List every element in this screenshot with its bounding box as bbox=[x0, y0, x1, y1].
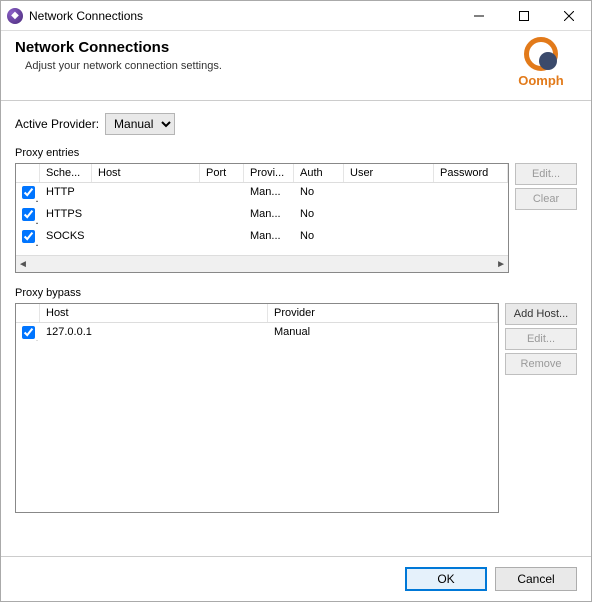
bypass-remove-button[interactable]: Remove bbox=[505, 353, 577, 375]
table-row[interactable] bbox=[16, 449, 498, 467]
window-title: Network Connections bbox=[29, 9, 143, 23]
row-checkbox[interactable] bbox=[22, 230, 35, 243]
col-port[interactable]: Port bbox=[200, 164, 244, 182]
col-bypass-provider[interactable]: Provider bbox=[268, 304, 498, 322]
minimize-button[interactable] bbox=[456, 1, 501, 30]
proxy-entries-label: Proxy entries bbox=[15, 147, 577, 159]
table-row[interactable]: HTTPSMan...No bbox=[16, 205, 508, 227]
page-subtitle: Adjust your network connection settings. bbox=[25, 60, 505, 72]
ok-button[interactable]: OK bbox=[405, 567, 487, 591]
col-scheme[interactable]: Sche... bbox=[40, 164, 92, 182]
table-row[interactable] bbox=[16, 359, 498, 377]
table-row[interactable]: 127.0.0.1Manual bbox=[16, 323, 498, 341]
proxy-entries-table[interactable]: Sche... Host Port Provi... Auth User Pas… bbox=[15, 163, 509, 273]
bypass-edit-button[interactable]: Edit... bbox=[505, 328, 577, 350]
proxy-edit-button[interactable]: Edit... bbox=[515, 163, 577, 185]
table-row[interactable] bbox=[16, 485, 498, 503]
maximize-button[interactable] bbox=[501, 1, 546, 30]
table-row[interactable] bbox=[16, 413, 498, 431]
titlebar: ◆ Network Connections bbox=[1, 1, 591, 31]
footer: OK Cancel bbox=[1, 556, 591, 601]
header: Network Connections Adjust your network … bbox=[1, 31, 591, 101]
add-host-button[interactable]: Add Host... bbox=[505, 303, 577, 325]
col-user[interactable]: User bbox=[344, 164, 434, 182]
row-checkbox[interactable] bbox=[22, 208, 35, 221]
table-row[interactable] bbox=[16, 377, 498, 395]
scroll-right-icon[interactable]: ► bbox=[496, 259, 506, 270]
scroll-left-icon[interactable]: ◄ bbox=[18, 259, 28, 270]
table-row[interactable] bbox=[16, 395, 498, 413]
proxy-bypass-table[interactable]: Host Provider 127.0.0.1Manual bbox=[15, 303, 499, 513]
active-provider-select[interactable]: Manual bbox=[105, 113, 175, 135]
brand-logo: Oomph bbox=[505, 37, 577, 88]
table-row[interactable] bbox=[16, 467, 498, 485]
proxy-clear-button[interactable]: Clear bbox=[515, 188, 577, 210]
proxy-bypass-label: Proxy bypass bbox=[15, 287, 577, 299]
row-checkbox[interactable] bbox=[22, 326, 35, 339]
table-row[interactable] bbox=[16, 431, 498, 449]
col-auth[interactable]: Auth bbox=[294, 164, 344, 182]
row-checkbox[interactable] bbox=[22, 186, 35, 199]
table-row[interactable]: SOCKSMan...No bbox=[16, 227, 508, 249]
gear-icon bbox=[524, 37, 558, 71]
cancel-button[interactable]: Cancel bbox=[495, 567, 577, 591]
active-provider-label: Active Provider: bbox=[15, 117, 99, 131]
close-button[interactable] bbox=[546, 1, 591, 30]
col-provider[interactable]: Provi... bbox=[244, 164, 294, 182]
table-row[interactable]: HTTPMan...No bbox=[16, 183, 508, 205]
brand-name: Oomph bbox=[518, 73, 564, 88]
col-bypass-host[interactable]: Host bbox=[40, 304, 268, 322]
hscrollbar[interactable]: ◄ ► bbox=[16, 255, 508, 272]
col-host[interactable]: Host bbox=[92, 164, 200, 182]
col-password[interactable]: Password bbox=[434, 164, 508, 182]
app-icon: ◆ bbox=[7, 8, 23, 24]
page-title: Network Connections bbox=[15, 39, 505, 56]
table-row[interactable] bbox=[16, 341, 498, 359]
